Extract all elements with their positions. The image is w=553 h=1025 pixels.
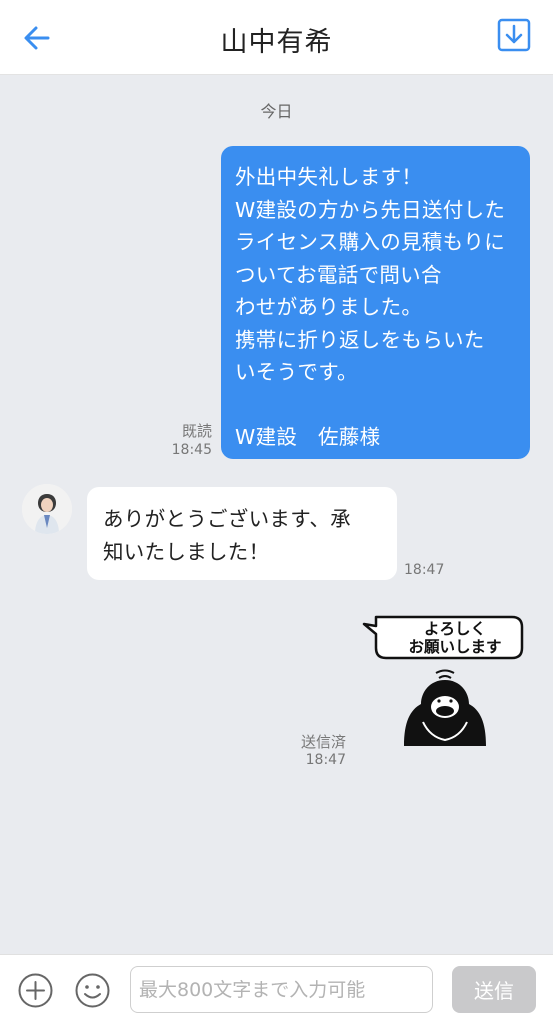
outgoing-message-bubble[interactable]: 外出中失礼します！ W建設の方から先日送付した ライセンス購入の見積もりについて… [221,146,530,459]
message-timestamp: 18:47 [305,752,346,768]
plus-icon[interactable] [17,972,54,1009]
message-input-bar: 送信 [0,954,553,1025]
download-icon[interactable] [497,18,531,52]
message-input[interactable] [130,966,433,1013]
date-separator: 今日 [260,102,293,121]
emoji-icon[interactable] [74,972,111,1009]
person-avatar-icon [22,484,72,534]
read-status: 既読 [181,422,212,440]
sent-status: 送信済 [300,733,346,751]
send-button[interactable]: 送信 [452,966,536,1013]
message-timestamp: 18:47 [404,562,445,578]
sticker-caption: よろしく お願いします [408,620,502,656]
incoming-message-bubble[interactable]: ありがとうございます、承 知いたしました！ [87,487,397,580]
avatar[interactable] [22,484,72,534]
chat-header: 山中有希 [0,0,553,75]
page-title: 山中有希 [220,27,333,58]
message-timestamp: 18:45 [171,442,212,458]
